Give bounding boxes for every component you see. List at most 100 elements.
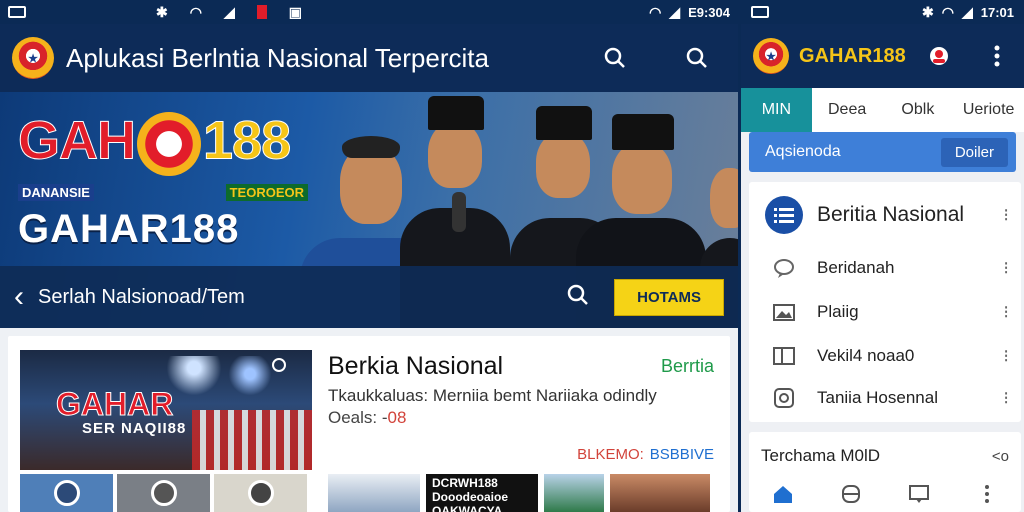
group-icon[interactable] [837,480,865,508]
hero-action-bar: ‹ Serlah Nalsionoad/Tem HOTAMS [0,266,738,328]
search-submit-button[interactable]: Doiler [940,137,1008,167]
search-placeholder[interactable]: Aqsienoda [765,143,841,161]
menu-item-berita-nasional[interactable]: Beritia Nasional ⁝ [749,192,1021,238]
menu-label: Vekil4 noaa0 [817,346,915,365]
tag-row: BLKEMO: BSBBIVE [577,446,714,463]
signal-icon: ◢ [961,4,973,20]
hero-brand: GAH 188 DANANSIE TEOROEOR GAHAR188 [18,112,308,252]
image-icon [773,304,795,321]
menu-item-taniia[interactable]: Taniia Hosennal ⁝ [749,378,1021,418]
tag-red[interactable]: BLKEMO: [577,446,644,463]
news-thumbnail[interactable] [610,474,710,512]
battery-icon [256,5,267,19]
more-dots-icon[interactable]: ⁝ [1003,259,1009,277]
news-thumbnail[interactable] [328,474,420,512]
menu-item-vekil[interactable]: Vekil4 noaa0 ⁝ [749,336,1021,376]
message-icon[interactable] [905,480,933,508]
wifi-icon: ◠ [941,4,954,20]
list-icon [765,196,803,234]
search-icon-hero[interactable] [566,283,590,312]
bluetooth-icon: ✱ [156,4,168,20]
search-icon-secondary[interactable] [682,43,712,73]
app-bar: ★ Aplukasi Berlntia Nasional Terpercita [0,24,738,92]
signal-icon: ◢ [223,4,235,20]
right-screen: ✱ ◠ ◢ 17:01 ★ GAHAR188 MIN Deea Oblk Uer… [738,0,1024,512]
clock-icon [774,388,794,408]
more-dots-icon[interactable]: ⁝ [1003,389,1009,407]
bottom-nav-toggle[interactable]: <o [992,448,1009,465]
app-title-right: GAHAR188 [799,44,906,67]
tab-deea[interactable]: Deea [812,88,883,132]
home-icon[interactable] [769,480,797,508]
thumbnail-row [20,474,307,512]
menu-label: Beridanah [817,258,895,277]
wifi-icon-2: ◠ [649,4,662,20]
tab-ueriote[interactable]: Ueriote [953,88,1024,132]
tag-blue[interactable]: BSBBIVE [650,446,714,463]
brand-emblem-icon [137,112,201,176]
status-bar-right: ✱ ◠ ◢ 17:01 [741,0,1024,24]
app-logo-icon: ★ [753,38,789,74]
search-bar[interactable]: Aqsienoda Doiler [749,132,1016,172]
brand-part-1: GAH [18,110,137,171]
user-badge-icon[interactable] [924,41,954,71]
more-vertical-icon[interactable] [982,41,1012,71]
brand-main: GAHAR188 [18,207,240,251]
status-time: E9:304 [688,4,730,20]
hot-button[interactable]: HOTAMS [614,278,724,316]
brand-sub-left: DANANSIE [18,184,94,201]
settings-icon: ✱ [922,4,934,20]
back-arrow-icon[interactable]: ‹ [14,280,24,314]
keyboard-icon [8,6,26,18]
notification-icon: ▣ [288,4,302,20]
search-icon[interactable] [600,43,630,73]
bottom-label: Terchama M0lD [761,446,881,465]
user-icon [150,480,177,506]
more-dots-icon[interactable]: ⁝ [1003,206,1009,224]
chat-icon [774,259,794,278]
status-time-right: 17:01 [980,4,1014,20]
news-thumbnail[interactable] [544,474,604,512]
more-vertical-icon-bottom[interactable] [973,480,1001,508]
columns-icon [773,347,795,365]
app-title: Aplukasi Berlntia Nasional Terpercita [66,42,489,73]
breadcrumb[interactable]: Serlah Nalsionoad/Tem [38,286,245,309]
brand-part-2: 188 [202,110,291,171]
user-icon [53,480,80,506]
app-bar-right: ★ GAHAR188 [741,24,1024,88]
image-title: GAHAR [55,386,174,423]
thumbnail[interactable] [214,474,307,512]
tab-min[interactable]: MIN [741,88,812,132]
meta-label: Oeals: - [328,408,388,427]
wifi-icon: ◠ [189,4,202,20]
keyboard-icon [751,6,769,18]
thumbnail[interactable] [20,474,113,512]
article-title[interactable]: Berkia Nasional [328,352,503,381]
thumbnail[interactable] [117,474,210,512]
menu-item-beridanah[interactable]: Beridanah ⁝ [749,248,1021,288]
status-bar: ✱ ◠ ◢ ▣ ◠ ◢ E9:304 [0,0,738,24]
left-screen: ✱ ◠ ◢ ▣ ◠ ◢ E9:304 ★ Aplukasi Berlntia N… [0,0,738,512]
more-dots-icon[interactable]: ⁝ [1003,347,1009,365]
article-card[interactable]: GAHAR SER NAQII88 Berkia Nasional Berrti… [8,336,730,512]
tab-oblk[interactable]: Oblk [883,88,954,132]
bottom-nav-bar [749,480,1021,508]
app-logo-icon: ★ [12,37,54,79]
more-dots-icon[interactable]: ⁝ [1003,303,1009,321]
tab-bar: MIN Deea Oblk Ueriote [741,88,1024,132]
brand-sub-right: TEOROEOR [225,184,308,201]
user-icon [247,480,274,506]
article-meta: Oeals: -08 [328,408,406,428]
play-icon [272,358,286,372]
menu-card: Beritia Nasional ⁝ Beridanah ⁝ Plaiig ⁝ … [749,182,1021,422]
bottom-panel: Terchama M0lD <o [749,432,1021,512]
screenshot-root: ✱ ◠ ◢ ▣ ◠ ◢ E9:304 ★ Aplukasi Berlntia N… [0,0,1024,512]
news-thumbnail-row: DCRWH188 Dooodeoaioe OAKWACYA [328,474,710,512]
news-thumbnail-text[interactable]: DCRWH188 Dooodeoaioe OAKWACYA [426,474,538,512]
menu-label: Taniia Hosennal [817,388,938,407]
signal-icon-2: ◢ [669,4,681,20]
article-category[interactable]: Berrtia [661,356,714,377]
menu-label: Plaiig [817,302,859,321]
menu-item-plaiig[interactable]: Plaiig ⁝ [749,292,1021,332]
article-image[interactable]: GAHAR SER NAQII88 [20,350,312,470]
